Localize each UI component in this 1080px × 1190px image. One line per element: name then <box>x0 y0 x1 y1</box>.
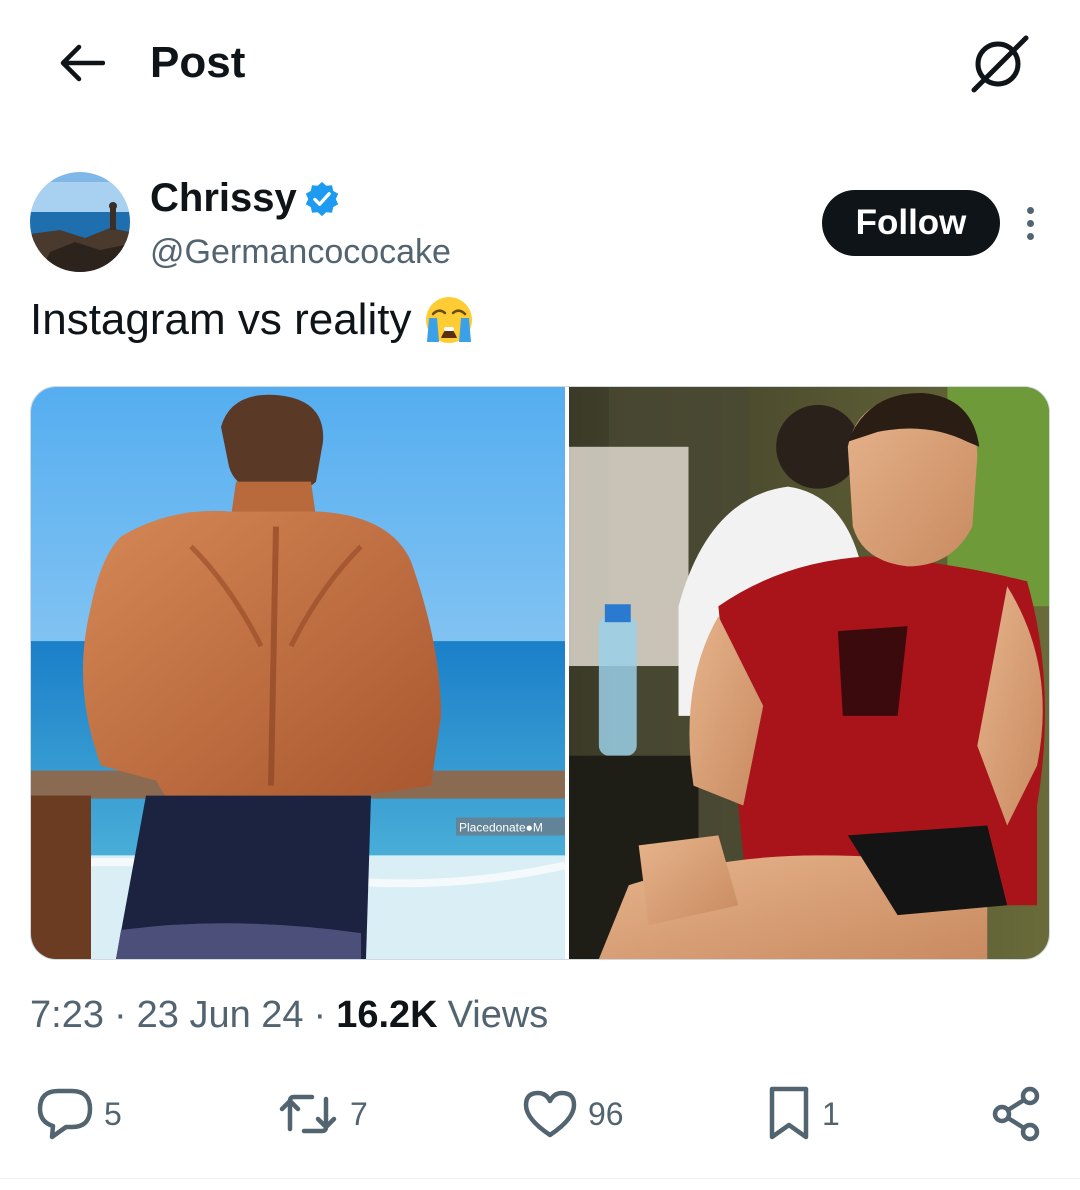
media-grid: Placedonate●M <box>30 386 1050 960</box>
back-button[interactable] <box>52 38 110 88</box>
page-title: Post <box>150 38 246 87</box>
separator-dot: · <box>313 994 327 1036</box>
tweet-time[interactable]: 7:23 <box>30 990 104 1040</box>
watermark-text: Placedonate●M <box>459 820 543 834</box>
tweet-text: Instagram vs reality <box>30 290 475 350</box>
like-count: 96 <box>588 1095 624 1132</box>
reply-button[interactable]: 5 <box>36 1084 122 1144</box>
more-dot-icon <box>1026 206 1034 214</box>
repost-icon <box>279 1094 337 1134</box>
share-icon <box>992 1086 1040 1142</box>
top-bar: Post <box>0 0 1080 125</box>
views-label[interactable]: Views <box>448 990 549 1040</box>
more-dot-icon <box>1026 232 1034 240</box>
display-name[interactable]: Chrissy <box>150 173 297 223</box>
share-button[interactable] <box>990 1084 1044 1144</box>
tweet-text-content: Instagram vs reality <box>30 295 412 344</box>
loudly-crying-face-icon <box>426 297 473 343</box>
separator-dot: · <box>113 994 127 1036</box>
views-count[interactable]: 16.2K <box>336 990 437 1040</box>
grok-icon <box>971 35 1029 93</box>
display-name-row[interactable]: Chrissy <box>150 172 341 224</box>
more-options-button[interactable] <box>1012 200 1048 246</box>
tweet-date[interactable]: 23 Jun 24 <box>137 990 304 1040</box>
bookmark-icon <box>769 1086 809 1140</box>
avatar[interactable] <box>30 172 130 272</box>
reply-count: 5 <box>104 1095 122 1132</box>
author-handle[interactable]: @Germancococake <box>150 230 451 274</box>
grok-button[interactable] <box>966 30 1032 96</box>
verified-badge-icon <box>305 181 338 217</box>
bookmark-count: 1 <box>822 1095 840 1132</box>
divider <box>0 1178 1080 1179</box>
avatar-beach-photo <box>30 172 130 272</box>
beach-photo-image: Placedonate●M <box>31 387 565 959</box>
arrow-left-icon <box>60 44 105 82</box>
media-image-reality[interactable] <box>569 387 1049 959</box>
stadium-photo-image <box>569 387 1049 959</box>
reply-icon <box>37 1088 93 1140</box>
heart-icon <box>523 1090 577 1138</box>
repost-count: 7 <box>350 1095 368 1132</box>
like-button[interactable]: 96 <box>522 1084 624 1144</box>
media-image-instagram[interactable]: Placedonate●M <box>31 387 565 959</box>
repost-button[interactable]: 7 <box>276 1084 368 1144</box>
more-dot-icon <box>1026 219 1034 227</box>
tweet-meta: 7:23 · 23 Jun 24 · 16.2K Views <box>30 990 548 1040</box>
follow-button[interactable]: Follow <box>822 190 1000 256</box>
bookmark-button[interactable]: 1 <box>766 1084 840 1144</box>
